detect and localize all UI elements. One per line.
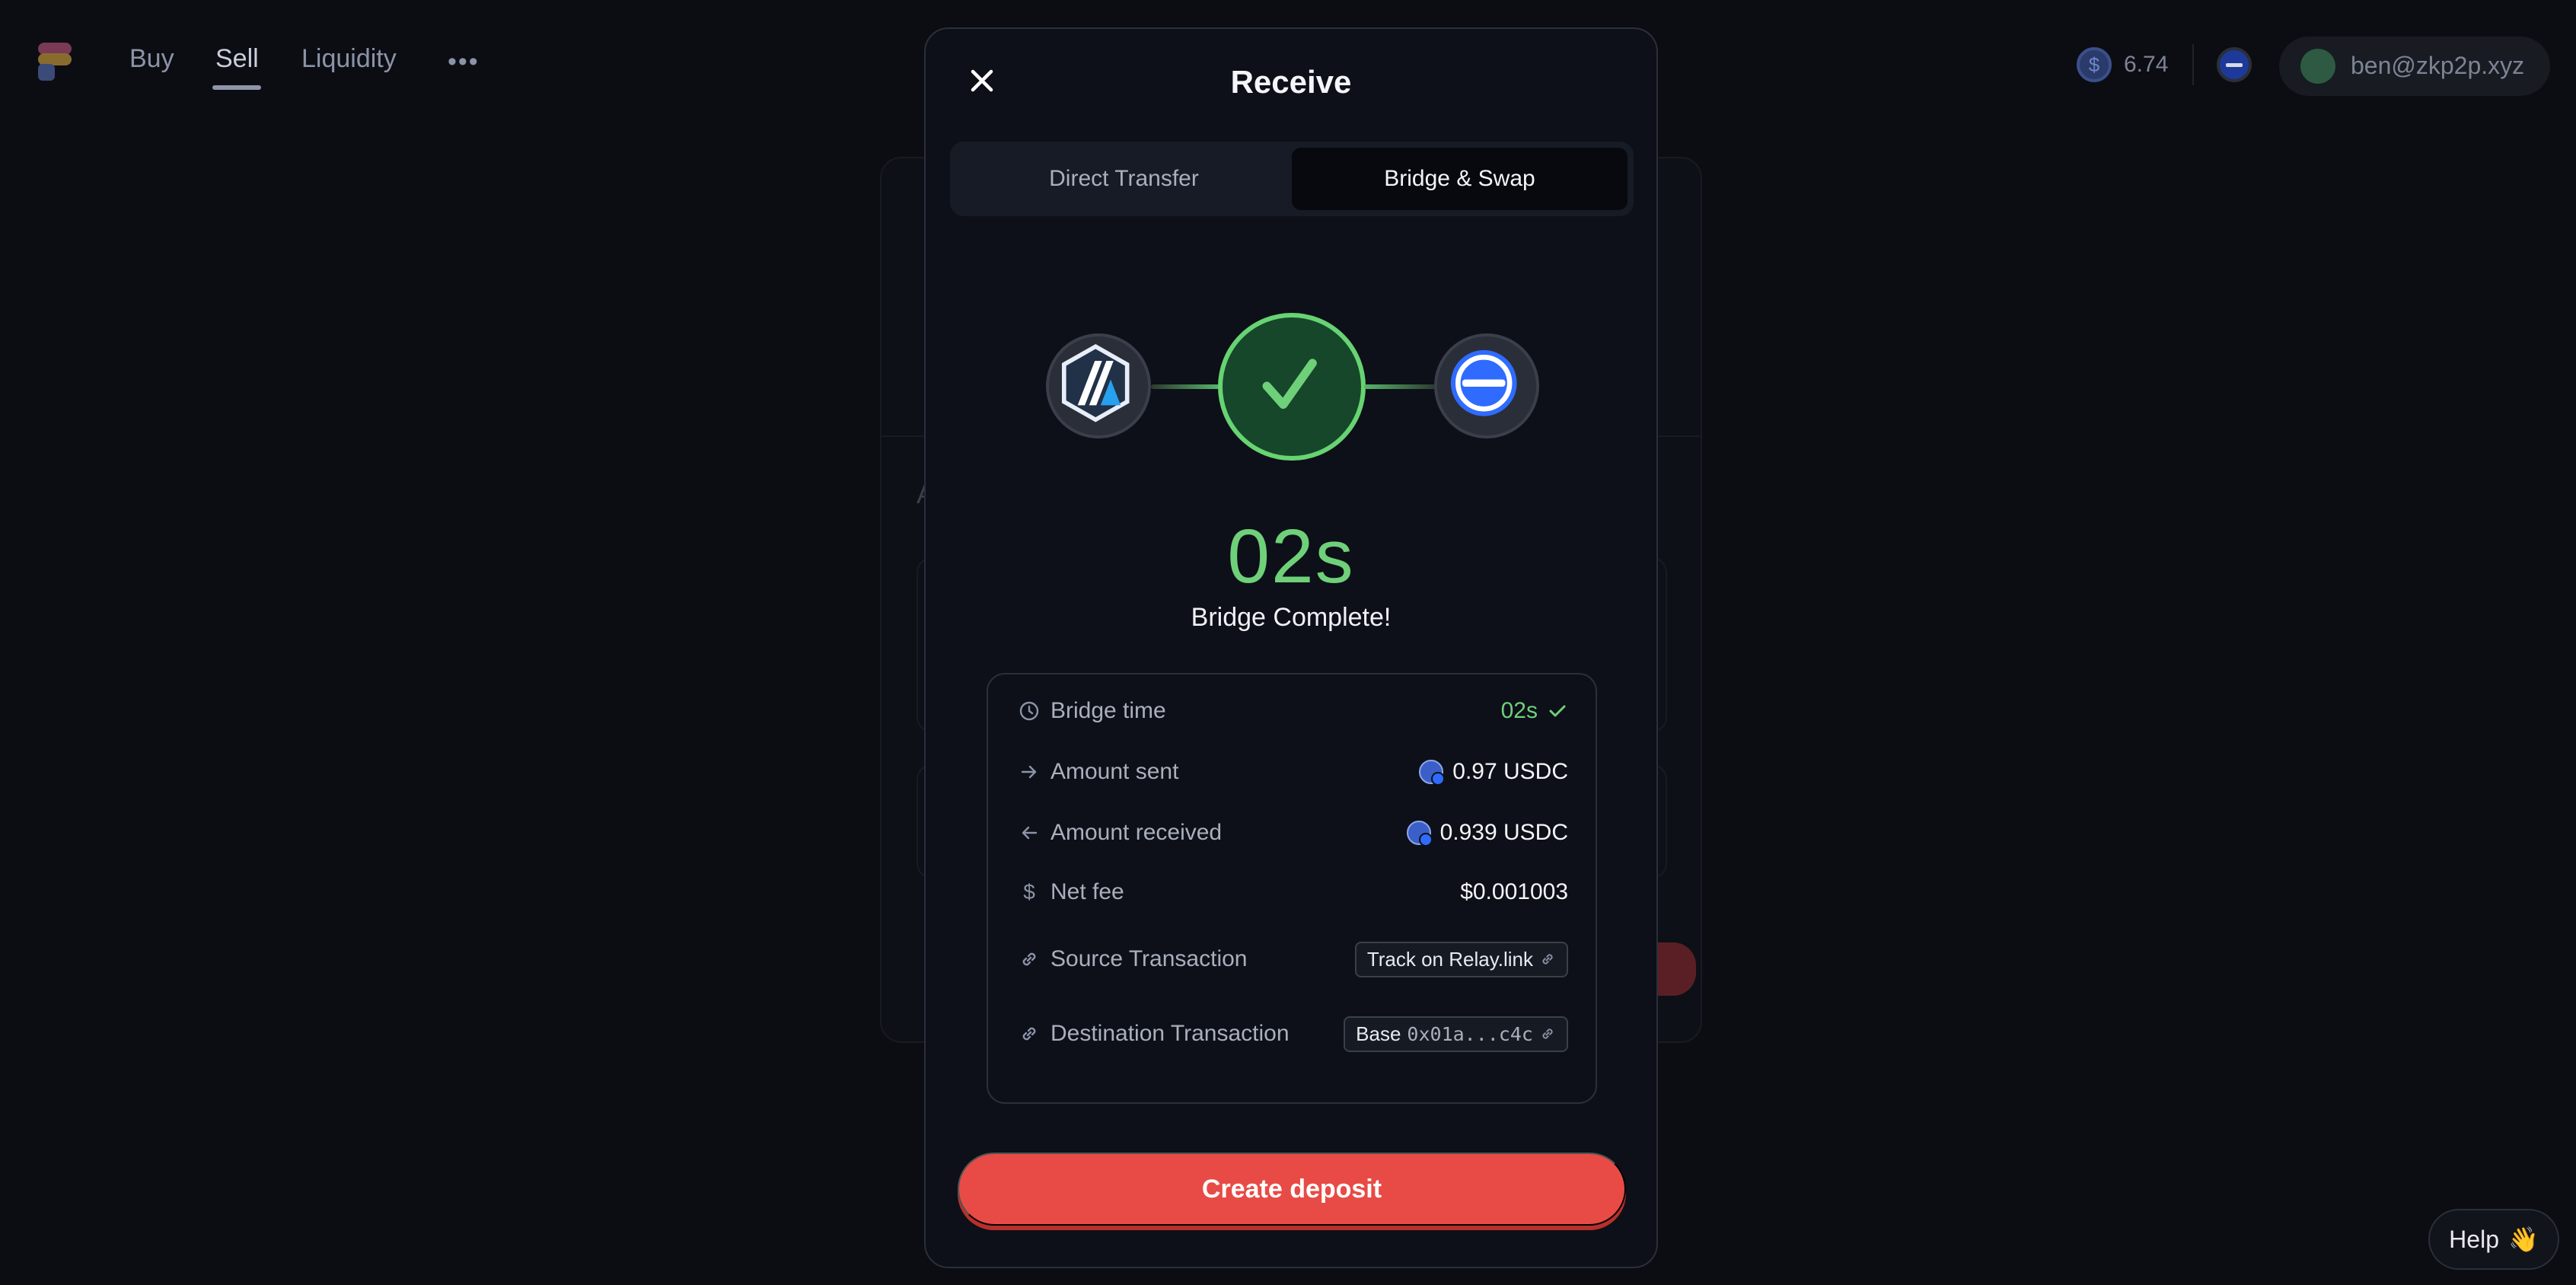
detail-row-amount-sent: Amount sent 0.97 USDC [1019,752,1568,792]
detail-label: Amount received [1050,820,1223,845]
link-icon [1022,952,1036,966]
arrow-right-icon [1021,765,1037,779]
destination-tx-hash: 0x01a...c4c [1407,1022,1533,1045]
nav-divider [2192,44,2194,85]
detail-label: Net fee [1050,879,1124,904]
app-logo-icon [38,43,72,81]
detail-row-destination-transaction: Destination Transaction Base 0x01a...c4c [1019,1014,1568,1054]
nav-sell[interactable]: Sell [215,44,259,74]
usdc-token-icon [1406,821,1433,847]
bridge-time-value: 02s [1500,698,1538,723]
track-relay-label: Track on Relay.link [1366,947,1533,971]
wave-icon: 👋 [2507,1226,2539,1253]
net-fee-value: $0.001003 [1460,879,1568,904]
nav-buy[interactable]: Buy [129,44,174,74]
check-icon [1218,313,1366,461]
tab-bridge-swap[interactable]: Bridge & Swap [1292,148,1628,210]
detail-label: Destination Transaction [1050,1021,1290,1046]
arbitrum-icon [1046,333,1151,438]
help-label: Help [2449,1225,2499,1253]
link-icon [1022,1027,1036,1041]
create-deposit-button[interactable]: Create deposit [958,1153,1626,1226]
receive-modal: Receive Direct Transfer Bridge & Swap 02… [924,27,1658,1268]
external-link-icon [1542,1028,1553,1039]
destination-chain: Base [1356,1022,1401,1045]
detail-row-source-transaction: Source Transaction Track on Relay.link [1019,939,1568,979]
account-name: ben@zkp2p.xyz [2351,52,2525,79]
account-button[interactable]: ben@zkp2p.xyz [2279,37,2550,96]
bridge-details-card: Bridge time 02s Amount sent 0.97 USDC Am… [987,673,1597,1104]
destination-tx-link[interactable]: Base 0x01a...c4c [1344,1016,1568,1052]
dollar-icon: $ [1023,880,1035,904]
bridge-status-text: Bridge Complete! [1191,603,1392,632]
amount-received-value: 0.939 USDC [1439,820,1568,845]
detail-label: Amount sent [1050,759,1179,784]
check-icon [1549,705,1566,717]
bridge-timer: 02s [1227,514,1355,599]
detail-row-bridge-time: Bridge time 02s [1019,691,1568,731]
external-link-icon [1542,954,1553,965]
network-selector-icon[interactable] [2217,47,2252,82]
base-icon [1434,333,1539,438]
tab-direct-transfer[interactable]: Direct Transfer [956,148,1292,210]
amount-sent-value: 0.97 USDC [1452,759,1568,784]
modal-title: Receive [1230,64,1352,100]
help-button[interactable]: Help 👋 [2428,1209,2559,1270]
bridge-progress-flow [926,311,1656,463]
track-relay-link[interactable]: Track on Relay.link [1354,941,1568,977]
detail-row-net-fee: $ Net fee $0.001003 [1019,872,1568,912]
more-menu-icon[interactable]: ••• [448,47,480,77]
arrow-left-icon [1022,826,1038,840]
transfer-mode-tabs: Direct Transfer Bridge & Swap [950,142,1634,216]
nav-liquidity[interactable]: Liquidity [301,44,397,74]
clock-icon [1019,701,1039,721]
balance-value: 6.74 [2124,52,2169,77]
usdc-balance-icon: $ [2077,47,2112,82]
avatar [2300,49,2335,84]
detail-row-amount-received: Amount received 0.939 USDC [1019,813,1568,853]
nav-active-indicator [212,85,261,90]
usdc-token-icon [1419,760,1446,786]
progress-link-left [1151,384,1219,389]
detail-label: Source Transaction [1050,946,1248,971]
detail-label: Bridge time [1050,698,1166,723]
progress-link-right [1364,384,1436,389]
